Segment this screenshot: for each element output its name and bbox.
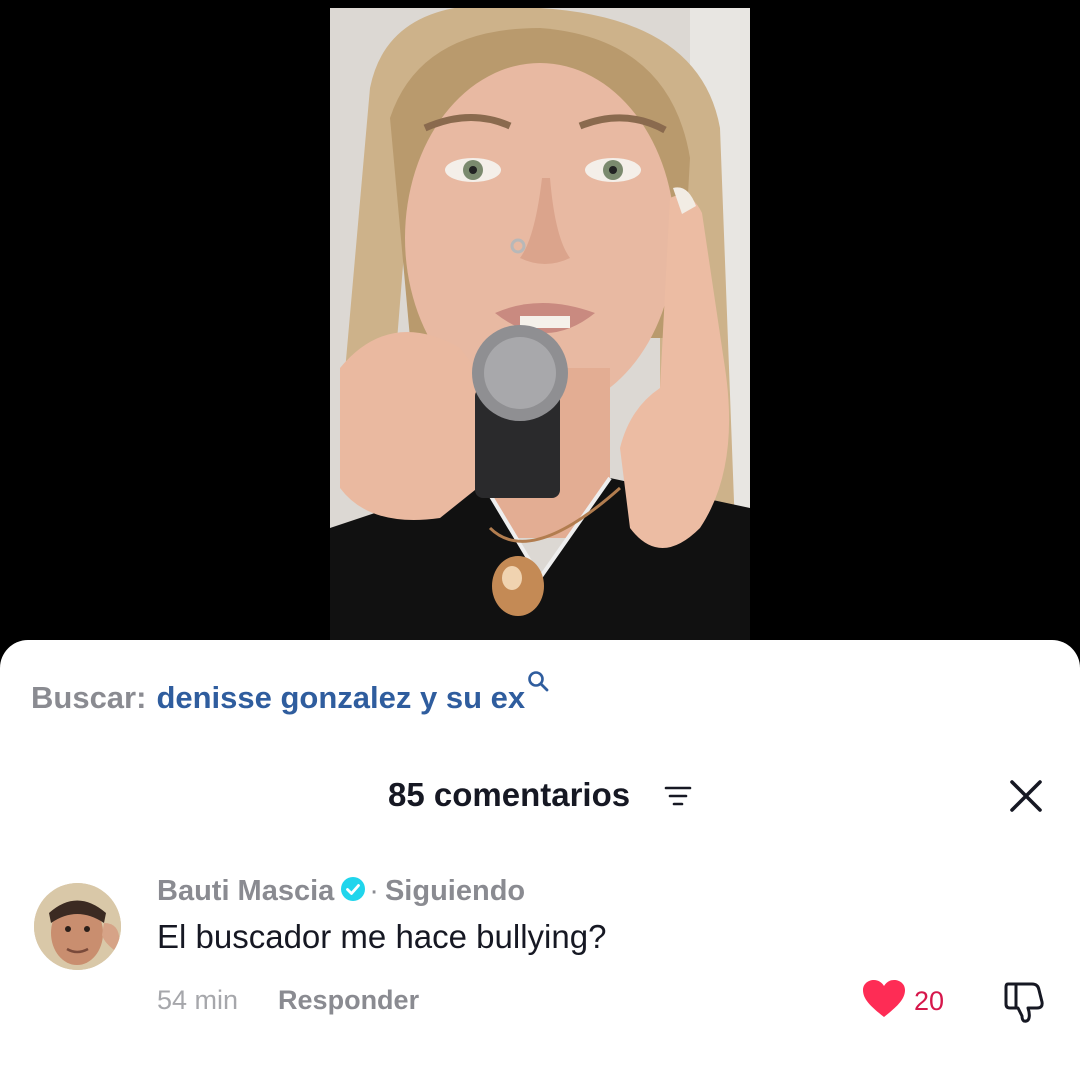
comment-meta-row: 54 min Responder [157, 982, 419, 1018]
video-frame-image [330, 8, 750, 640]
search-icon[interactable] [527, 670, 549, 697]
search-prefix-label: Buscar: [31, 680, 147, 715]
heart-icon[interactable] [862, 979, 906, 1024]
verified-badge-icon [341, 876, 366, 906]
like-count: 20 [914, 985, 945, 1016]
follow-status-label: Siguiendo [384, 874, 526, 907]
comment-timestamp: 54 min [157, 984, 239, 1015]
thumbs-down-icon[interactable] [1002, 980, 1048, 1029]
close-icon[interactable] [1004, 774, 1048, 818]
search-query-link[interactable]: denisse gonzalez y su ex [156, 680, 525, 716]
reply-button[interactable]: Responder [278, 985, 419, 1016]
filter-icon[interactable] [664, 785, 692, 812]
app-screen: Buscar: denisse gonzalez y su ex 85 come… [0, 0, 1080, 1065]
comment-author-name[interactable]: Bauti Mascia [157, 875, 334, 908]
search-suggestion[interactable]: Buscar: denisse gonzalez y su ex [31, 671, 549, 724]
comment-author-row: Bauti Mascia · Siguiendo [157, 872, 525, 910]
separator-dot: · [369, 874, 379, 907]
comment-count-title: 85 comentarios [388, 776, 631, 813]
video-player[interactable] [330, 8, 750, 640]
avatar[interactable] [34, 883, 121, 970]
like-button[interactable]: 20 [862, 979, 945, 1024]
comment-text: El buscador me hace bullying? [157, 918, 607, 955]
comments-header: 85 comentarios [0, 768, 1080, 824]
